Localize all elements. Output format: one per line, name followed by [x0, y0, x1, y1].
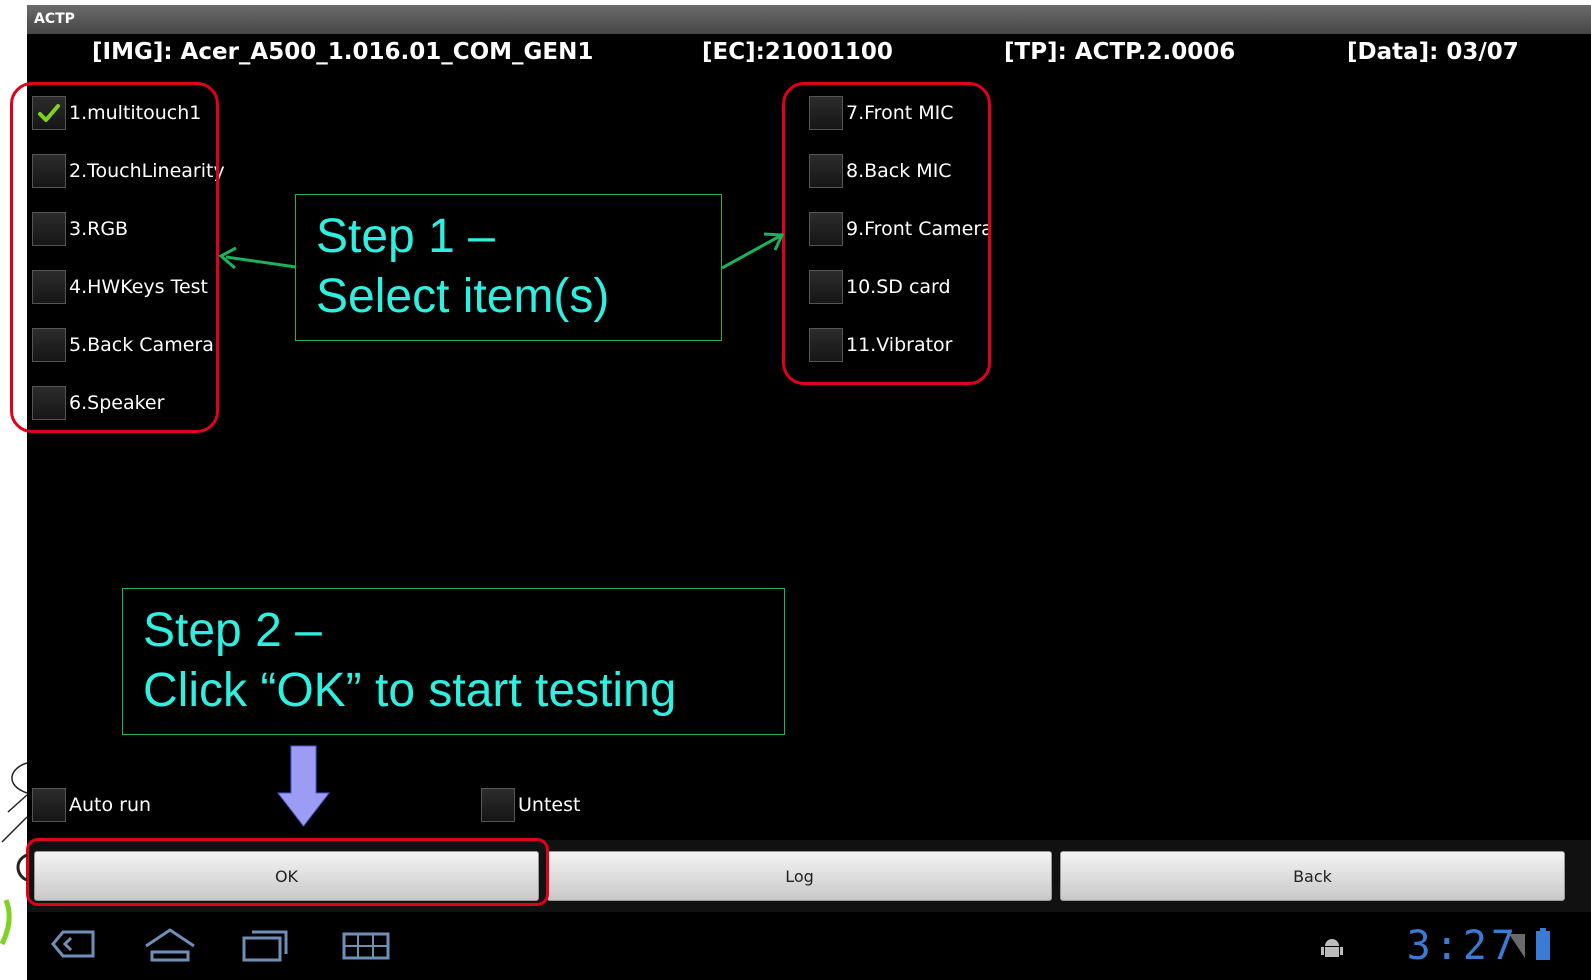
callout-step1-line1: Step 1 – — [316, 210, 495, 263]
header-data: [Data]: 03/07 — [1347, 39, 1519, 65]
untest-option[interactable]: Untest — [481, 786, 580, 824]
stray-curves — [0, 762, 28, 946]
app-title-bar: ACTP — [27, 5, 1591, 34]
header-img: [IMG]: Acer_A500_1.016.01_COM_GEN1 — [92, 39, 594, 65]
highlight-ok-button — [26, 838, 549, 906]
log-button[interactable]: Log — [547, 851, 1052, 901]
highlight-right-items — [782, 82, 991, 385]
callout-step2-line1: Step 2 – — [143, 604, 322, 657]
untest-label: Untest — [518, 794, 581, 816]
recent-apps-icon[interactable] — [240, 926, 292, 964]
header-tp: [TP]: ACTP.2.0006 — [1004, 39, 1236, 65]
auto-run-option[interactable]: Auto run — [32, 786, 151, 824]
callout-step2-line2: Click “OK” to start testing — [143, 664, 677, 717]
menu-grid-icon[interactable] — [340, 926, 392, 964]
callout-step1: Step 1 – Select item(s) — [295, 194, 722, 341]
device-screen: ACTP [IMG]: Acer_A500_1.016.01_COM_GEN1 … — [27, 5, 1591, 980]
battery-icon — [1536, 928, 1550, 960]
checkbox[interactable] — [481, 788, 515, 822]
callout-step1-line2: Select item(s) — [316, 270, 610, 323]
highlight-left-items — [10, 82, 219, 433]
checkbox[interactable] — [32, 788, 66, 822]
system-nav-bar: 3:27 — [27, 912, 1591, 980]
android-debug-icon — [1321, 939, 1343, 957]
status-clock: 3:27 — [1406, 923, 1519, 969]
back-nav-icon[interactable] — [49, 926, 97, 962]
auto-run-label: Auto run — [69, 794, 152, 816]
header-ec: [EC]:21001100 — [702, 39, 893, 65]
callout-step2: Step 2 – Click “OK” to start testing — [122, 588, 785, 735]
home-nav-icon[interactable] — [142, 926, 198, 966]
back-button[interactable]: Back — [1060, 851, 1565, 901]
signal-icon — [1509, 934, 1525, 958]
